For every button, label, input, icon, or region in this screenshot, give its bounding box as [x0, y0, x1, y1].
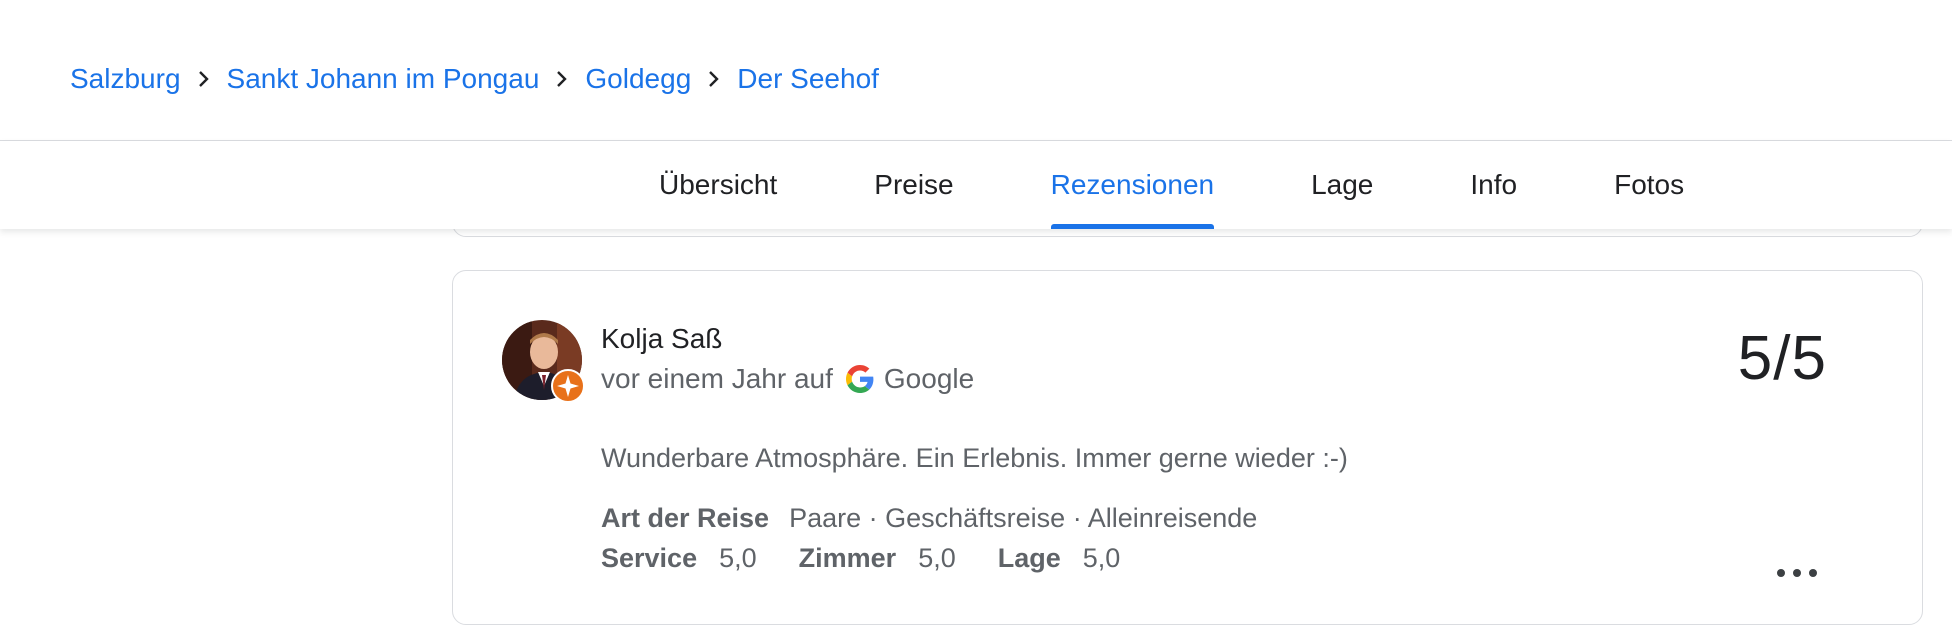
chevron-right-icon: [691, 62, 737, 96]
tab-info[interactable]: Info: [1470, 141, 1517, 229]
trip-type-label: Art der Reise: [601, 503, 770, 533]
trip-type-row: Art der Reise Paare · Geschäftsreise · A…: [601, 503, 1257, 534]
google-icon: [845, 365, 874, 393]
rating-label: Lage: [997, 543, 1061, 573]
tab-preise[interactable]: Preise: [874, 141, 953, 229]
rating-value: 5,0: [719, 543, 757, 573]
breadcrumb: Salzburg Sankt Johann im Pongau Goldegg …: [70, 62, 879, 96]
tab-fotos[interactable]: Fotos: [1614, 141, 1684, 229]
tabs-bar: Übersicht Preise Rezensionen Lage Info F…: [0, 141, 1952, 229]
breadcrumb-link-der-seehof[interactable]: Der Seehof: [737, 62, 879, 96]
rating-lage: Lage 5,0: [998, 543, 1121, 574]
breadcrumb-link-salzburg[interactable]: Salzburg: [70, 62, 181, 96]
chevron-right-icon: [181, 62, 227, 96]
more-dot-icon: [1809, 569, 1817, 577]
rating-label: Service: [601, 543, 698, 573]
review-source: Google: [883, 363, 975, 394]
breadcrumb-link-goldegg[interactable]: Goldegg: [585, 62, 691, 96]
review-score: 5/5: [1737, 324, 1827, 393]
sub-ratings-row: Service 5,0 Zimmer 5,0 Lage 5,0: [601, 543, 1162, 574]
review-text: Wunderbare Atmosphäre. Ein Erlebnis. Imm…: [601, 443, 1348, 473]
chevron-right-icon: [539, 62, 585, 96]
more-dot-icon: [1793, 569, 1801, 577]
rating-value: 5,0: [1082, 543, 1121, 573]
rating-zimmer: Zimmer 5,0: [799, 543, 956, 574]
review-card: Kolja Saß vor einem Jahr auf Google 5/5 …: [452, 270, 1923, 625]
more-options-button[interactable]: [1777, 563, 1817, 583]
review-meta: vor einem Jahr auf Google: [601, 363, 974, 395]
tab-uebersicht[interactable]: Übersicht: [659, 141, 777, 229]
more-dot-icon: [1777, 569, 1785, 577]
breadcrumb-bar: Salzburg Sankt Johann im Pongau Goldegg …: [0, 0, 1952, 141]
tab-list: Übersicht Preise Rezensionen Lage Info F…: [659, 141, 1684, 229]
breadcrumb-link-sankt-johann[interactable]: Sankt Johann im Pongau: [227, 62, 540, 96]
review-time: vor einem Jahr auf: [601, 363, 833, 394]
trip-type-value: Paare · Geschäftsreise · Alleinreisende: [789, 503, 1258, 533]
reviewer-name[interactable]: Kolja Saß: [601, 323, 722, 355]
tab-lage[interactable]: Lage: [1311, 141, 1373, 229]
local-guide-badge-icon: [551, 369, 585, 403]
rating-value: 5,0: [918, 543, 956, 573]
tab-rezensionen[interactable]: Rezensionen: [1050, 141, 1215, 229]
rating-label: Zimmer: [798, 543, 897, 573]
rating-service: Service 5,0: [601, 543, 757, 574]
